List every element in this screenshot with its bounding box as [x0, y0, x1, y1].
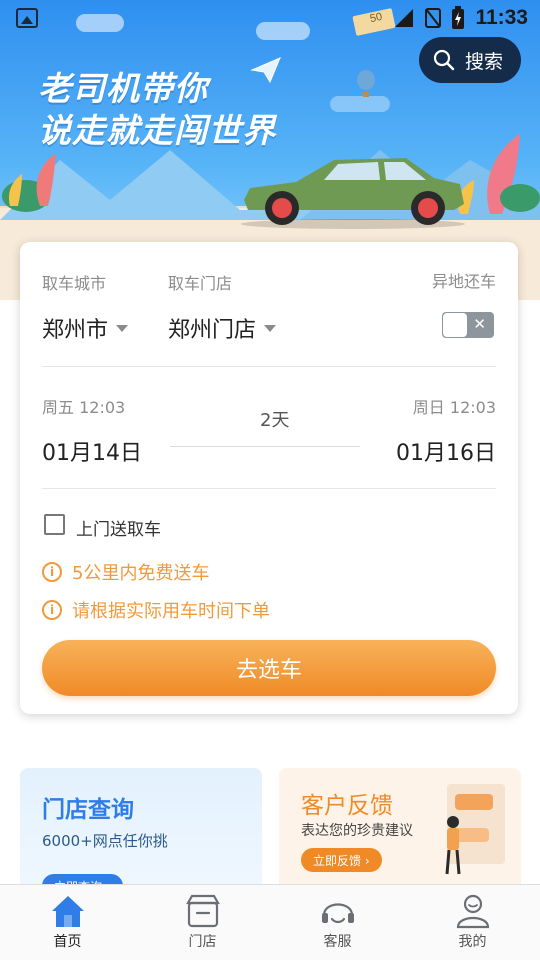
- end-weekday-time: 周日 12:03: [412, 398, 496, 417]
- start-weekday-time: 周五 12:03: [42, 398, 126, 417]
- return-elsewhere-toggle[interactable]: ✕: [442, 312, 494, 338]
- note-text: 请根据实际用车时间下单: [72, 601, 270, 622]
- search-label: 搜索: [465, 50, 504, 73]
- tile-subtitle: 表达您的珍贵建议: [301, 823, 413, 839]
- gallery-notification-icon: [16, 8, 38, 28]
- balloon-icon: [357, 70, 375, 97]
- pickup-store-value: 郑州门店: [168, 318, 257, 343]
- pickup-store-selector[interactable]: 郑州门店: [168, 312, 277, 344]
- tab-label: 门店: [188, 934, 217, 950]
- signal-icon: [395, 9, 414, 27]
- divider: [42, 488, 496, 489]
- door-delivery-label: 上门送取车: [76, 520, 161, 540]
- tab-mine[interactable]: 我的: [405, 885, 540, 960]
- tab-label: 首页: [53, 934, 82, 950]
- tab-label: 我的: [458, 934, 487, 950]
- paper-plane-icon: [250, 57, 281, 84]
- start-date[interactable]: 01月14日: [42, 435, 142, 467]
- tab-service[interactable]: 客服: [270, 885, 405, 960]
- tab-label: 客服: [323, 934, 352, 950]
- hero-title-line2: 说走就走闯世界: [38, 111, 276, 150]
- feedback-button[interactable]: 立即反馈 ›: [301, 848, 382, 872]
- tile-title: 门店查询: [42, 797, 134, 823]
- headset-icon: [321, 903, 354, 924]
- home-icon: [51, 896, 84, 927]
- battery-charging-icon: [452, 6, 465, 29]
- feedback-tile[interactable]: 客户反馈 表达您的珍贵建议 立即反馈 ›: [279, 768, 521, 898]
- info-icon: i: [42, 600, 62, 620]
- info-icon: i: [42, 562, 62, 582]
- tab-store[interactable]: 门店: [135, 885, 270, 960]
- car-illustration: [241, 158, 465, 229]
- choose-car-button[interactable]: 去选车: [42, 640, 496, 696]
- duration-line: [170, 446, 360, 447]
- booking-card: 取车城市 郑州市 取车门店 郑州门店 异地还车 ✕ 周五 12:03 01月14…: [20, 242, 518, 714]
- divider: [42, 366, 496, 367]
- door-delivery-checkbox[interactable]: [44, 514, 65, 535]
- no-sim-icon: [425, 8, 442, 28]
- caret-down-icon: [116, 324, 129, 332]
- bottom-tab-bar: 首页 门店 客服 我的: [0, 884, 540, 960]
- tile-subtitle: 6000+网点任你挑: [42, 832, 168, 850]
- pickup-store-label: 取车门店: [168, 274, 233, 293]
- status-time: 11:33: [475, 6, 528, 29]
- pickup-city-value: 郑州市: [42, 318, 109, 343]
- hero-title-line1: 老司机带你: [38, 69, 208, 108]
- app-screen: 50 11:33 老司机带你 说走就走闯世界 搜索 取车城市 郑州市 取车门店 …: [0, 0, 540, 960]
- caret-down-icon: [264, 324, 277, 332]
- person-icon: [456, 894, 489, 929]
- tile-title: 客户反馈: [301, 793, 393, 819]
- store-search-tile[interactable]: 门店查询 6000+网点任你挑 立即查询 ›: [20, 768, 262, 898]
- end-date[interactable]: 01月16日: [396, 435, 496, 467]
- pickup-city-label: 取车城市: [42, 274, 107, 293]
- note-free-delivery: i 5公里内免费送车: [42, 559, 209, 585]
- rental-duration: 2天: [260, 410, 290, 431]
- plant-decoration: [2, 154, 56, 212]
- return-elsewhere-label: 异地还车: [431, 272, 496, 291]
- store-icon: [185, 894, 220, 928]
- feedback-illustration: [445, 784, 505, 875]
- tab-home[interactable]: 首页: [0, 885, 135, 960]
- note-order-time: i 请根据实际用车时间下单: [42, 597, 270, 623]
- note-text: 5公里内免费送车: [72, 563, 210, 584]
- toggle-off-icon: ✕: [473, 315, 486, 333]
- search-button[interactable]: 搜索: [419, 37, 521, 83]
- search-icon: [433, 49, 455, 71]
- pickup-city-selector[interactable]: 郑州市: [42, 312, 129, 344]
- status-bar: 11:33: [0, 0, 540, 36]
- toggle-knob: [443, 313, 467, 337]
